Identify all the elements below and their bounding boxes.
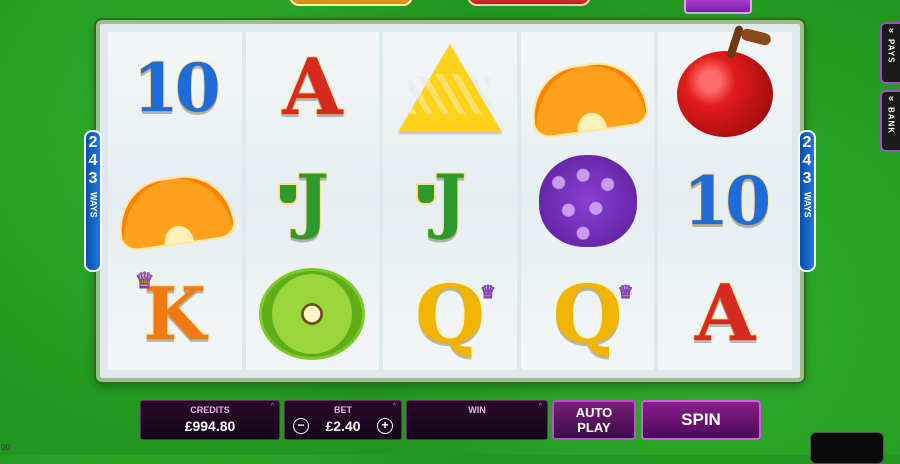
corner-menu-button[interactable] xyxy=(810,432,884,464)
bet-row: − £2.40 + xyxy=(285,418,401,434)
symbol-jack: J xyxy=(390,147,510,255)
symbol-ten: 10 xyxy=(665,147,785,255)
bank-tab[interactable]: « BANK xyxy=(880,90,900,152)
symbol-queen: ♛ Q xyxy=(528,260,648,368)
symbol-ten: 10 xyxy=(115,34,235,142)
ways-digit: 4 xyxy=(802,152,812,169)
caret-up-icon: ^ xyxy=(270,403,274,410)
reel-3: J ♛ Q xyxy=(383,32,517,370)
symbol-ace-text: A xyxy=(694,267,757,359)
symbol-kiwi xyxy=(252,260,372,368)
chevron-left-icon: « xyxy=(888,25,894,36)
symbol-jack-text: J xyxy=(432,158,467,242)
chevron-left-icon: « xyxy=(888,93,894,104)
ways-digit: 4 xyxy=(88,152,98,169)
reel-4: ♛ Q xyxy=(520,32,655,370)
symbol-grapes xyxy=(528,147,648,255)
ways-digit: 3 xyxy=(88,170,98,187)
auto-play-label-2: PLAY xyxy=(577,420,611,435)
credits-value: £994.80 xyxy=(184,418,236,434)
orange-icon xyxy=(112,169,237,253)
ways-word: WAYS xyxy=(88,192,99,218)
ways-badge-right: 2 4 3 WAYS xyxy=(798,130,816,272)
ways-digit: 2 xyxy=(802,134,812,151)
symbol-ace: A xyxy=(252,34,372,142)
symbol-cherry xyxy=(665,34,785,142)
crown-icon: ♛ xyxy=(134,267,155,293)
symbol-queen-text: Q xyxy=(414,266,486,361)
credits-label: CREDITS xyxy=(190,405,230,415)
bet-panel: ^ BET − £2.40 + xyxy=(284,400,402,440)
bet-label: BET xyxy=(334,405,352,415)
auto-play-label-1: AUTO xyxy=(575,405,613,420)
reel-1: 10 ♛ K xyxy=(108,32,242,370)
symbol-ace-text: A xyxy=(281,42,344,134)
corner-text: 00 xyxy=(1,443,10,452)
crown-icon: ♛ xyxy=(479,281,496,302)
cherry-icon xyxy=(677,51,774,138)
win-panel: ^ WIN xyxy=(406,400,548,440)
shield-icon xyxy=(278,182,299,205)
symbol-jack: J xyxy=(252,147,372,255)
shield-icon xyxy=(415,182,436,205)
crown-icon: ♛ xyxy=(617,281,634,302)
title-logo-right xyxy=(467,0,591,6)
reels: 10 ♛ K A J J ♛ Q ♛ Q 10 A xyxy=(108,32,792,370)
symbol-orange xyxy=(112,147,237,255)
pineapple-icon xyxy=(397,44,502,133)
reel-2: A J xyxy=(245,32,380,370)
kiwi-icon xyxy=(259,267,366,360)
top-menu-button[interactable] xyxy=(684,0,752,14)
symbol-ace: A xyxy=(665,260,785,368)
spin-button[interactable]: SPIN xyxy=(641,400,761,440)
symbol-ten-text: 10 xyxy=(132,49,222,128)
symbol-ten-text: 10 xyxy=(682,161,772,240)
auto-play-button[interactable]: AUTO PLAY xyxy=(552,400,636,440)
title-logo-left xyxy=(289,0,413,6)
symbol-pineapple xyxy=(390,34,510,142)
win-label: WIN xyxy=(468,405,486,415)
spin-label: SPIN xyxy=(681,410,721,429)
ways-badge-left: 2 4 3 WAYS xyxy=(84,130,102,272)
orange-icon xyxy=(525,56,650,141)
pays-tab[interactable]: « PAYS xyxy=(880,22,900,84)
bet-increase-button[interactable]: + xyxy=(376,418,393,434)
reel-5: 10 A xyxy=(658,32,792,370)
symbol-queen: ♛ Q xyxy=(390,260,510,368)
symbol-king: ♛ K xyxy=(115,260,235,368)
bet-decrease-button[interactable]: − xyxy=(293,418,309,434)
bet-value: £2.40 xyxy=(325,418,361,434)
caret-up-icon: ^ xyxy=(538,403,542,410)
bank-tab-label: BANK xyxy=(886,107,896,135)
ways-digit: 2 xyxy=(88,134,98,151)
title-logo xyxy=(270,0,610,12)
pays-tab-label: PAYS xyxy=(886,39,896,64)
credits-panel[interactable]: ^ CREDITS £994.80 xyxy=(140,400,280,440)
symbol-orange xyxy=(525,34,650,142)
ways-digit: 3 xyxy=(802,170,812,187)
ways-word: WAYS xyxy=(802,192,813,218)
grapes-icon xyxy=(538,154,637,247)
caret-up-icon: ^ xyxy=(392,403,396,410)
symbol-jack-text: J xyxy=(295,158,330,242)
symbol-queen-text: Q xyxy=(552,266,624,361)
reel-frame: 10 ♛ K A J J ♛ Q ♛ Q 10 A xyxy=(96,20,804,382)
